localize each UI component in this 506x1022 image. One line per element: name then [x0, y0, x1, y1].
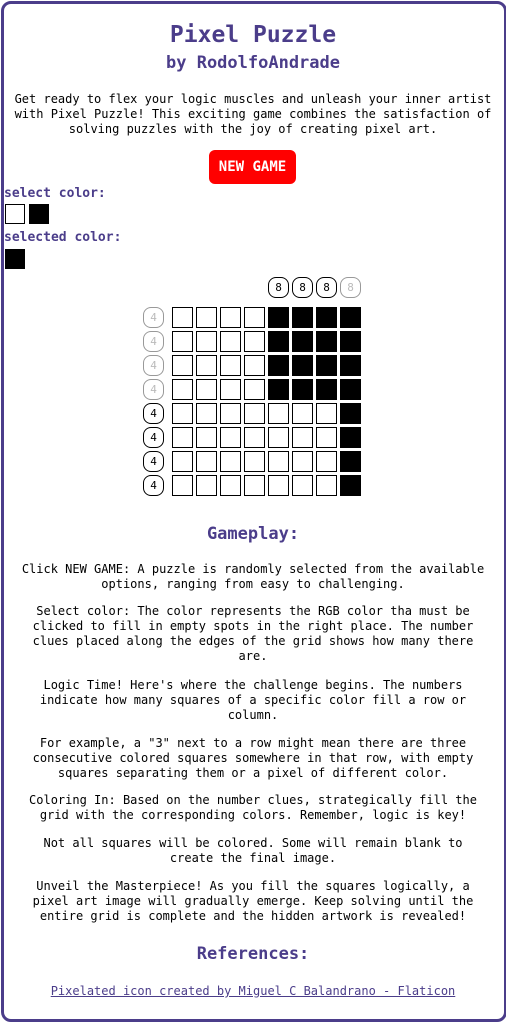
grid-cell[interactable]	[244, 427, 265, 448]
grid-cell[interactable]	[220, 307, 241, 328]
grid-cell[interactable]	[292, 427, 313, 448]
select-color-label: select color:	[4, 186, 106, 201]
grid-cell[interactable]	[220, 379, 241, 400]
gameplay-paragraph: Coloring In: Based on the number clues, …	[29, 793, 477, 822]
grid-cell[interactable]	[220, 331, 241, 352]
gameplay-paragraph: For example, a "3" next to a row might m…	[32, 736, 474, 780]
grid-cell[interactable]	[220, 355, 241, 376]
grid-cell[interactable]	[316, 451, 337, 472]
row-clue: 4	[143, 475, 164, 496]
grid-cell[interactable]	[316, 427, 337, 448]
grid-cell[interactable]	[172, 427, 193, 448]
grid-cell[interactable]	[244, 451, 265, 472]
gameplay-paragraph: Not all squares will be colored. Some wi…	[43, 836, 463, 865]
grid-cell[interactable]	[316, 379, 337, 400]
grid-cell[interactable]	[316, 307, 337, 328]
grid-cell[interactable]	[292, 403, 313, 424]
grid-cell[interactable]	[244, 355, 265, 376]
grid-cell[interactable]	[196, 307, 217, 328]
grid-cell[interactable]	[268, 427, 289, 448]
new-game-button[interactable]: NEW GAME	[209, 150, 296, 184]
color-swatch-white[interactable]	[5, 204, 25, 224]
grid-cell[interactable]	[340, 475, 361, 496]
grid-cell[interactable]	[196, 403, 217, 424]
row-clue: 4	[143, 403, 164, 424]
grid-cell[interactable]	[196, 475, 217, 496]
grid-cell[interactable]	[244, 331, 265, 352]
grid-cell[interactable]	[268, 403, 289, 424]
row-clue: 4	[143, 355, 164, 376]
row-clue: 4	[143, 379, 164, 400]
row-clue: 4	[143, 427, 164, 448]
attribution-link[interactable]: Pixelated icon created by Miguel C Balan…	[0, 984, 506, 998]
grid-cell[interactable]	[172, 331, 193, 352]
gameplay-paragraph: Unveil the Masterpiece! As you fill the …	[32, 879, 474, 923]
grid-cell[interactable]	[268, 475, 289, 496]
grid-cell[interactable]	[340, 331, 361, 352]
grid-cell[interactable]	[340, 355, 361, 376]
grid-cell[interactable]	[268, 307, 289, 328]
grid-cell[interactable]	[292, 355, 313, 376]
grid-cell[interactable]	[196, 427, 217, 448]
column-clue: 8	[316, 277, 337, 298]
grid-cell[interactable]	[172, 379, 193, 400]
grid-cell[interactable]	[292, 451, 313, 472]
intro-text: Get ready to flex your logic muscles and…	[14, 92, 492, 136]
column-clue: 8	[268, 277, 289, 298]
grid-cell[interactable]	[316, 403, 337, 424]
grid-cell[interactable]	[340, 307, 361, 328]
grid-cell[interactable]	[196, 451, 217, 472]
grid-cell[interactable]	[292, 379, 313, 400]
references-heading: References:	[196, 944, 310, 964]
grid-cell[interactable]	[340, 379, 361, 400]
row-clue: 4	[143, 331, 164, 352]
row-clue: 4	[143, 451, 164, 472]
grid-cell[interactable]	[172, 403, 193, 424]
grid-cell[interactable]	[244, 307, 265, 328]
grid-cell[interactable]	[220, 475, 241, 496]
grid-cell[interactable]	[292, 307, 313, 328]
grid-cell[interactable]	[172, 307, 193, 328]
author-credit: by RodolfoAndrade	[166, 53, 340, 73]
grid-cell[interactable]	[244, 475, 265, 496]
column-clue: 8	[292, 277, 313, 298]
grid-cell[interactable]	[340, 427, 361, 448]
grid-cell[interactable]	[268, 451, 289, 472]
page-title: Pixel Puzzle	[169, 22, 337, 48]
grid-cell[interactable]	[196, 379, 217, 400]
grid-cell[interactable]	[268, 379, 289, 400]
grid-cell[interactable]	[220, 403, 241, 424]
gameplay-paragraph: Select color: The color represents the R…	[32, 604, 474, 663]
row-clue: 4	[143, 307, 164, 328]
grid-cell[interactable]	[268, 331, 289, 352]
grid-cell[interactable]	[196, 331, 217, 352]
column-clue: 8	[340, 277, 361, 298]
grid-cell[interactable]	[268, 355, 289, 376]
grid-cell[interactable]	[292, 475, 313, 496]
grid-cell[interactable]	[244, 379, 265, 400]
gameplay-heading: Gameplay:	[206, 524, 300, 544]
color-swatch-black[interactable]	[29, 204, 49, 224]
grid-cell[interactable]	[316, 475, 337, 496]
selected-color-swatch	[5, 249, 25, 269]
grid-cell[interactable]	[220, 427, 241, 448]
selected-color-label: selected color:	[4, 230, 122, 245]
gameplay-paragraph: Click NEW GAME: A puzzle is randomly sel…	[21, 562, 485, 591]
grid-cell[interactable]	[316, 355, 337, 376]
grid-cell[interactable]	[340, 451, 361, 472]
grid-cell[interactable]	[244, 403, 265, 424]
grid-cell[interactable]	[196, 355, 217, 376]
grid-cell[interactable]	[172, 355, 193, 376]
grid-cell[interactable]	[220, 451, 241, 472]
grid-cell[interactable]	[172, 475, 193, 496]
grid-cell[interactable]	[340, 403, 361, 424]
gameplay-paragraph: Logic Time! Here's where the challenge b…	[39, 678, 467, 722]
grid-cell[interactable]	[172, 451, 193, 472]
grid-cell[interactable]	[316, 331, 337, 352]
grid-cell[interactable]	[292, 331, 313, 352]
